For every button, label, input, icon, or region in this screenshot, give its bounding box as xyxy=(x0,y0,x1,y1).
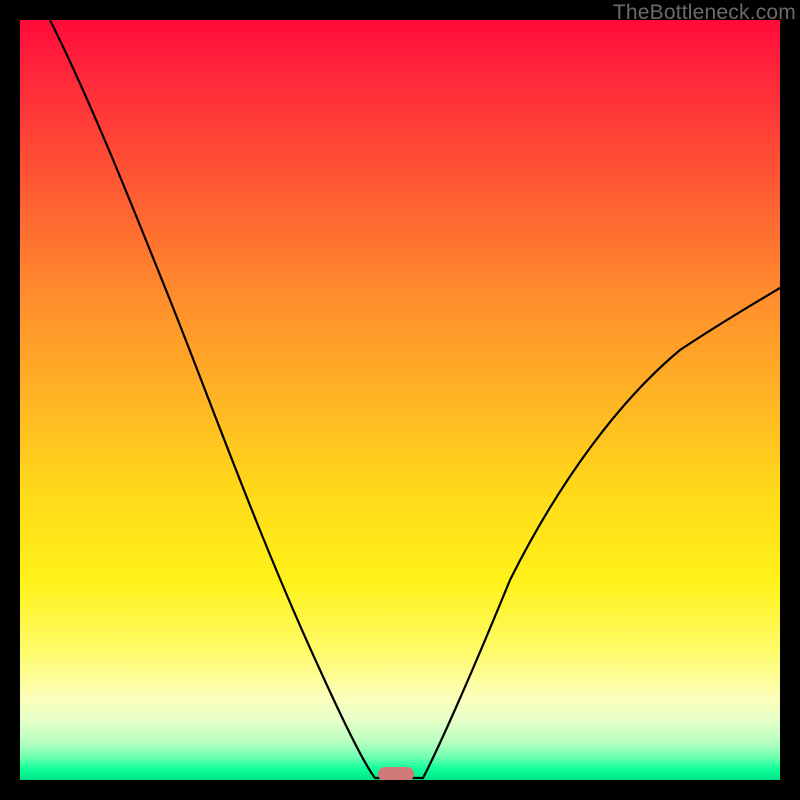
curve-path xyxy=(50,20,780,778)
bottleneck-curve xyxy=(20,20,780,780)
chart-frame: TheBottleneck.com xyxy=(0,0,800,800)
plot-area xyxy=(20,20,780,780)
watermark-text: TheBottleneck.com xyxy=(613,1,796,25)
bottleneck-marker xyxy=(378,767,414,780)
